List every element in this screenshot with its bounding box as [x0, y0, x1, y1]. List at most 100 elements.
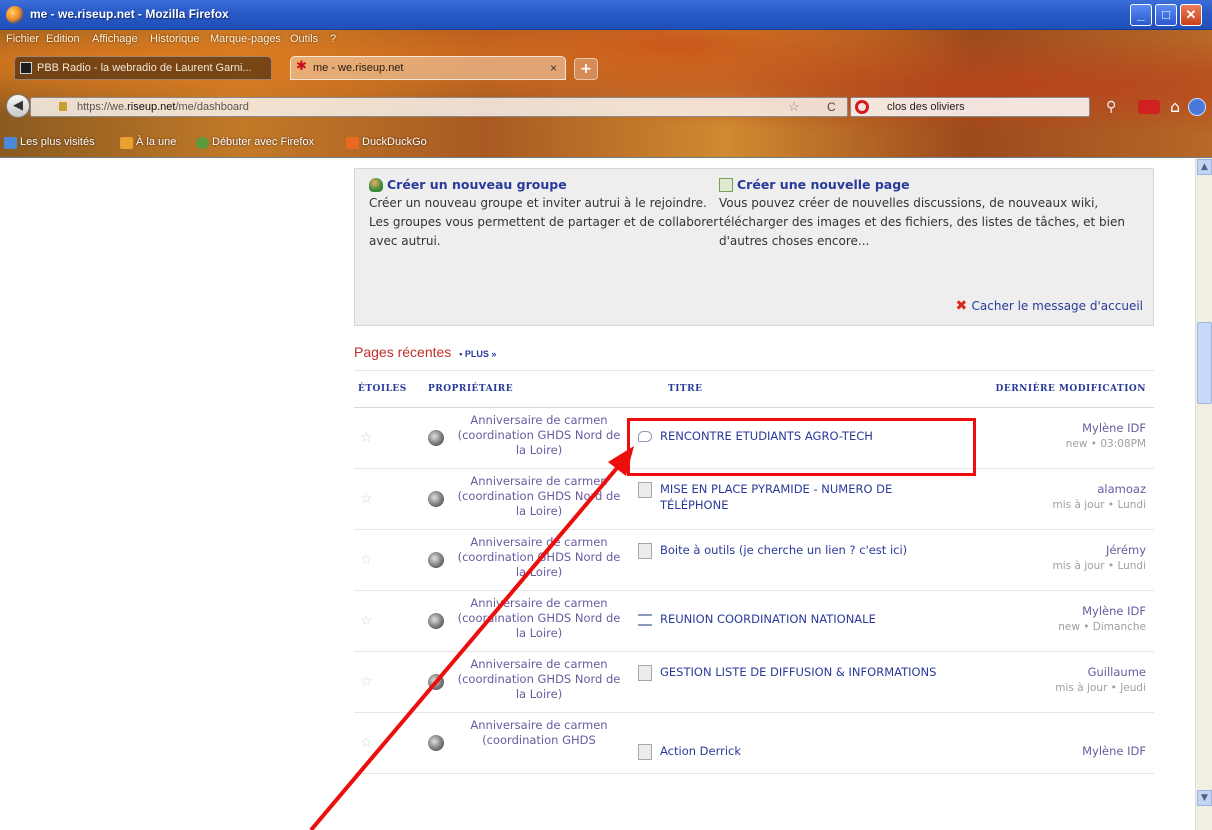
create-group-description: Créer un nouveau groupe et inviter autru… [369, 196, 719, 248]
page-title-link[interactable]: Action Derrick [638, 743, 958, 760]
modified-by-link[interactable]: alamoaz [1053, 481, 1146, 497]
star-icon[interactable]: ☆ [360, 613, 373, 629]
folder-icon [4, 137, 17, 149]
close-icon: ✖ [955, 298, 968, 314]
owner-link[interactable]: Anniversaire de carmen (coordination GHD… [452, 657, 626, 702]
close-window-button[interactable]: ✕ [1180, 4, 1202, 26]
modified-by-link[interactable]: Mylène IDF [1082, 743, 1146, 759]
tab-label: me - we.riseup.net [313, 62, 404, 74]
table-row: ☆ Anniversaire de carmen (coordination G… [354, 530, 1154, 591]
extension-icon[interactable] [1188, 98, 1206, 116]
bookmark-a-la-une[interactable]: À la une [120, 136, 177, 149]
bookmark-most-visited[interactable]: Les plus visités [4, 136, 95, 149]
star-icon[interactable]: ☆ [360, 491, 373, 507]
menu-fichier[interactable]: Fichier [6, 33, 39, 45]
duckduckgo-icon [346, 137, 359, 149]
group-avatar [428, 674, 444, 690]
menu-outils[interactable]: Outils [290, 33, 318, 45]
bookmark-label: Débuter avec Firefox [212, 136, 315, 148]
table-row: ☆ Anniversaire de carmen (coordination G… [354, 591, 1154, 652]
page-title-link[interactable]: GESTION LISTE DE DIFFUSION & INFORMATION… [638, 664, 958, 681]
modified-meta: new • 03:08PM [1065, 438, 1146, 450]
minimize-button[interactable]: _ [1130, 4, 1152, 26]
menu-historique[interactable]: Historique [150, 33, 200, 45]
opera-engine-icon[interactable] [855, 100, 869, 114]
search-input[interactable]: clos des oliviers [887, 98, 965, 116]
annotation-highlight-box [627, 418, 976, 476]
wiki-page-icon [638, 665, 652, 681]
search-bar[interactable]: clos des oliviers [850, 97, 1090, 117]
star-icon[interactable]: ☆ [360, 674, 373, 690]
page-title-link[interactable]: Boite à outils (je cherche un lien ? c'e… [638, 542, 958, 559]
vertical-scrollbar[interactable]: ▲ ▼ [1195, 158, 1212, 830]
star-icon[interactable]: ☆ [360, 430, 373, 446]
create-page-description: Vous pouvez créer de nouvelles discussio… [719, 196, 1125, 248]
addon-icon[interactable] [1138, 100, 1160, 114]
scroll-up-icon[interactable]: ▲ [1197, 159, 1212, 175]
table-row: ☆ Anniversaire de carmen (coordination G… [354, 469, 1154, 530]
modified-by-link[interactable]: Mylène IDF [1066, 420, 1146, 436]
page-title-text: REUNION COORDINATION NATIONALE [660, 612, 876, 626]
new-tab-button[interactable]: + [574, 58, 598, 80]
modified-by-link[interactable]: Mylène IDF [1058, 603, 1146, 619]
menu-affichage[interactable]: Affichage [92, 33, 138, 45]
wiki-page-icon [638, 744, 652, 760]
table-header: ÉTOILES PROPRIÉTAIRE TITRE DERNIÈRE MODI… [354, 370, 1154, 408]
page-title-link[interactable]: REUNION COORDINATION NATIONALE [638, 611, 958, 627]
modified-by-link[interactable]: Jérémy [1053, 542, 1146, 558]
scroll-down-icon[interactable]: ▼ [1197, 790, 1212, 806]
menu-edition[interactable]: Edition [46, 33, 80, 45]
maximize-button[interactable]: □ [1155, 4, 1177, 26]
modified-meta: mis à jour • Lundi [1052, 499, 1146, 511]
tab-pbb-radio[interactable]: PBB Radio - la webradio de Laurent Garni… [14, 56, 272, 80]
bookmark-debuter-firefox[interactable]: Débuter avec Firefox [196, 136, 315, 149]
column-title[interactable]: TITRE [668, 384, 702, 394]
last-modified: Mylène IDF new • Dimanche [1058, 603, 1146, 635]
page-icon [719, 178, 733, 192]
bookmark-label: À la une [136, 136, 177, 148]
bookmark-star-icon[interactable]: ☆ [788, 98, 800, 116]
recent-pages-title: Pages récentes [354, 344, 452, 360]
owner-link[interactable]: Anniversaire de carmen (coordination GHD… [452, 474, 626, 519]
owner-link[interactable]: Anniversaire de carmen (coordination GHD… [452, 718, 626, 748]
firefox-icon [6, 6, 24, 24]
menu-marque-pages[interactable]: Marque-pages [210, 33, 281, 45]
page-title-link[interactable]: MISE EN PLACE PYRAMIDE - NUMERO DE TÉLÉP… [638, 481, 958, 513]
scrollbar-thumb[interactable] [1197, 322, 1212, 404]
modified-by-link[interactable]: Guillaume [1055, 664, 1146, 680]
create-page-link[interactable]: Créer une nouvelle page [719, 177, 910, 192]
firefox-small-icon [196, 137, 209, 149]
create-page-label: Créer une nouvelle page [737, 177, 910, 192]
owner-link[interactable]: Anniversaire de carmen (coordination GHD… [452, 596, 626, 641]
url-bar[interactable]: https://we.riseup.net/me/dashboard ☆ C [30, 97, 848, 117]
last-modified: Jérémy mis à jour • Lundi [1053, 542, 1146, 574]
group-avatar [428, 552, 444, 568]
wiki-page-icon [638, 543, 652, 559]
owner-link[interactable]: Anniversaire de carmen (coordination GHD… [452, 413, 626, 458]
search-icon[interactable]: ⚲ [1106, 99, 1116, 115]
group-avatar [428, 430, 444, 446]
tab-close-icon[interactable]: × [550, 57, 557, 79]
reload-icon[interactable]: C [827, 98, 836, 116]
menu-bar: Fichier Edition Affichage Historique Mar… [0, 30, 1212, 50]
owner-link[interactable]: Anniversaire de carmen (coordination GHD… [452, 535, 626, 580]
bookmark-label: Les plus visités [20, 136, 95, 148]
column-stars[interactable]: ÉTOILES [358, 384, 407, 394]
tab-riseup[interactable]: ✱ me - we.riseup.net × [290, 56, 566, 80]
group-avatar [428, 735, 444, 751]
hide-welcome-link[interactable]: ✖ Cacher le message d'accueil [955, 298, 1143, 314]
more-link[interactable]: • PLUS » [459, 349, 496, 359]
menu-help[interactable]: ? [330, 33, 336, 45]
rss-icon [120, 137, 133, 149]
back-button[interactable]: ◀ [6, 94, 30, 118]
star-icon[interactable]: ☆ [360, 552, 373, 568]
window-titlebar: me - we.riseup.net - Mozilla Firefox _ □… [0, 0, 1212, 30]
create-group-link[interactable]: Créer un nouveau groupe [369, 177, 567, 192]
hide-welcome-label: Cacher le message d'accueil [971, 299, 1143, 313]
home-icon[interactable]: ⌂ [1170, 97, 1180, 116]
url-text[interactable]: https://we.riseup.net/me/dashboard [77, 98, 249, 116]
column-owner[interactable]: PROPRIÉTAIRE [428, 384, 513, 394]
bookmark-duckduckgo[interactable]: DuckDuckGo [346, 136, 427, 149]
column-last-modified[interactable]: DERNIÈRE MODIFICATION [996, 384, 1146, 394]
star-icon[interactable]: ☆ [360, 735, 373, 751]
